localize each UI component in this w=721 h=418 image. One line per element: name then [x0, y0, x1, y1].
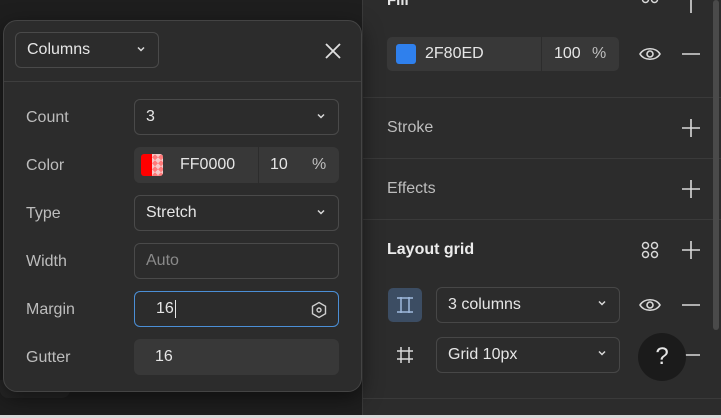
- type-select[interactable]: Stretch: [134, 195, 339, 231]
- eye-icon[interactable]: [638, 293, 662, 317]
- popup-header: Columns: [4, 21, 361, 82]
- margin-label: Margin: [26, 301, 75, 318]
- remove-grid-icon[interactable]: [679, 293, 703, 317]
- grid-type-select[interactable]: Columns: [15, 32, 159, 68]
- add-layout-grid-icon[interactable]: [679, 238, 703, 262]
- add-effect-icon[interactable]: [679, 177, 703, 201]
- gutter-label: Gutter: [26, 349, 71, 366]
- effects-section-title: Effects: [387, 180, 436, 197]
- gutter-input[interactable]: 16: [134, 339, 339, 375]
- color-label: Color: [26, 157, 65, 174]
- margin-input[interactable]: 16: [134, 291, 339, 327]
- grid-styles-icon[interactable]: [638, 238, 662, 262]
- layout-grid-row-label: 3 columns: [448, 296, 521, 313]
- grid-color-field[interactable]: FF0000 10 %: [134, 147, 339, 183]
- fill-percent-sign: %: [592, 45, 607, 62]
- text-cursor: [174, 300, 176, 318]
- layout-grid-section-title: Layout grid: [387, 241, 475, 258]
- fill-hex-value[interactable]: 2F80ED: [425, 45, 541, 63]
- chevron-down-icon: [137, 46, 145, 52]
- grid-color-percent-sign: %: [312, 156, 327, 173]
- add-stroke-icon[interactable]: [679, 116, 703, 140]
- fill-opacity-value[interactable]: 100: [554, 45, 588, 63]
- properties-panel: Fill 2F80ED 100 % Stroke Effects Layout …: [362, 0, 721, 418]
- margin-value: 16: [156, 300, 174, 317]
- stroke-section-title: Stroke: [387, 119, 434, 136]
- grid-color-opacity[interactable]: 10: [270, 156, 312, 174]
- chevron-down-icon: [317, 113, 325, 119]
- gutter-value: 16: [155, 348, 173, 365]
- grid-color-hex[interactable]: FF0000: [180, 156, 258, 174]
- scrollbar[interactable]: [713, 0, 719, 330]
- chevron-down-icon: [598, 300, 606, 306]
- chevron-down-icon: [598, 350, 606, 356]
- remove-fill-icon[interactable]: [679, 42, 703, 66]
- width-label: Width: [26, 253, 67, 270]
- columns-grid-icon[interactable]: [388, 288, 422, 322]
- eye-icon[interactable]: [638, 42, 662, 66]
- grid-color-swatch[interactable]: [141, 154, 163, 176]
- add-fill-icon[interactable]: [679, 0, 703, 16]
- fill-color-swatch[interactable]: [396, 44, 416, 64]
- layout-grid-row-label: Grid 10px: [448, 346, 518, 363]
- style-icon[interactable]: [638, 0, 662, 16]
- width-input[interactable]: Auto: [134, 243, 339, 279]
- layout-grid-settings-popup: Columns Count 3 Color FF0000 10 % Type S…: [3, 20, 362, 392]
- layout-grid-grid-select[interactable]: Grid 10px: [436, 337, 620, 373]
- type-label: Type: [26, 205, 61, 222]
- count-value: 3: [146, 108, 155, 125]
- close-icon[interactable]: [322, 40, 344, 62]
- fill-section-title: Fill: [387, 0, 409, 9]
- count-label: Count: [26, 109, 69, 126]
- grid-icon[interactable]: [388, 338, 422, 372]
- layout-grid-columns-select[interactable]: 3 columns: [436, 287, 620, 323]
- count-select[interactable]: 3: [134, 99, 339, 135]
- type-value: Stretch: [146, 204, 197, 221]
- grid-type-value: Columns: [27, 41, 91, 58]
- width-placeholder: Auto: [146, 252, 179, 269]
- variable-icon[interactable]: [310, 301, 328, 319]
- help-button[interactable]: ?: [638, 333, 686, 381]
- fill-row[interactable]: 2F80ED 100 %: [387, 37, 619, 71]
- chevron-down-icon: [317, 209, 325, 215]
